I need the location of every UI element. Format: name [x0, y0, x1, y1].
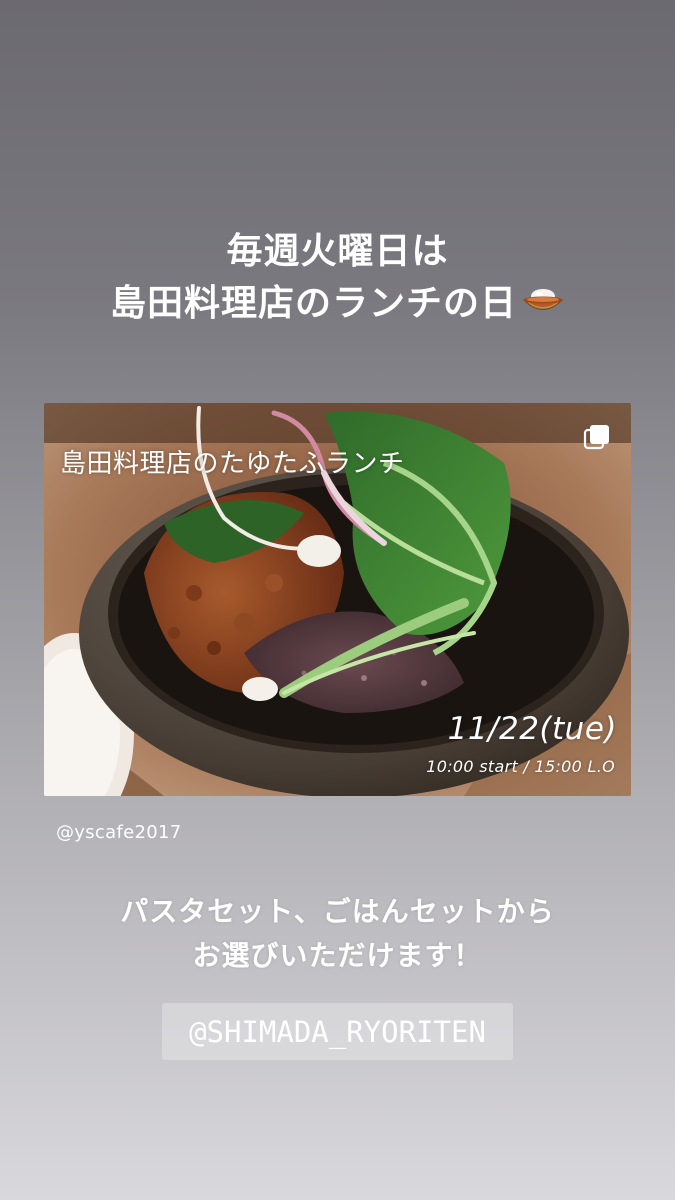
caption-line-2: お選びいただけます！ — [192, 939, 483, 972]
post-image-title: 島田料理店のたゆたふランチ — [60, 449, 405, 479]
multiple-photos-icon — [583, 425, 609, 450]
shared-post-card[interactable]: 島田料理店のたゆたふランチ 11/22(tue) 10:00 start / 1… — [44, 403, 631, 796]
post-date: 11/22(tue) — [447, 711, 617, 747]
post-author-handle[interactable]: @yscafe2017 — [56, 822, 181, 843]
headline-line-1: 毎週火曜日は — [226, 231, 449, 272]
story-headline: 毎週火曜日は 島田料理店のランチの日 — [0, 226, 675, 330]
headline-line-2: 島田料理店のランチの日 — [0, 278, 675, 330]
story-caption: パスタセット、ごはんセットから お選びいただけます！ — [0, 890, 675, 978]
mention-sticker[interactable]: @SHIMADA_RYORITEN — [162, 1003, 513, 1060]
curry-bowl-emoji-icon — [523, 289, 563, 311]
headline-line-2-text: 島田料理店のランチの日 — [109, 283, 517, 324]
post-time: 10:00 start / 15:00 L.O — [426, 757, 615, 776]
caption-line-1: パスタセット、ごはんセットから — [120, 895, 555, 928]
